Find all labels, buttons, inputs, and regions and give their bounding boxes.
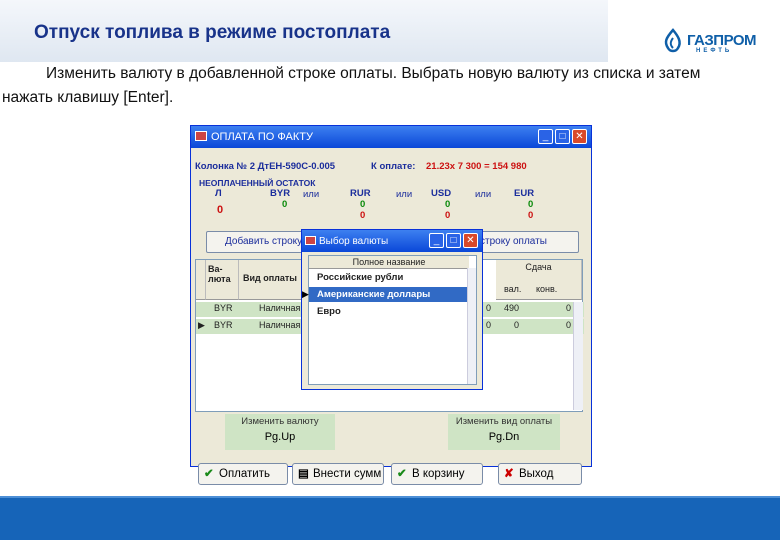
or-label-2: или [396, 189, 413, 200]
flame-icon [664, 28, 681, 53]
or-label-1: или [303, 189, 320, 200]
logo-text: ГАЗПРОМ [687, 32, 757, 49]
list-header: Полное название [309, 256, 469, 269]
checkmark-icon: ✔ [204, 468, 214, 480]
minimize-button[interactable]: _ [538, 129, 553, 144]
change-currency-hint: Изменить валюту Pg.Up [225, 414, 335, 450]
row-payment-type: Наличная [259, 303, 301, 313]
enter-sum-button[interactable]: ▤ Внести сумм [292, 463, 384, 485]
currency-usd-value: 0 [445, 199, 451, 210]
enter-sum-button-label: Внести сумм [313, 468, 382, 480]
currency-eur-value2: 0 [528, 210, 534, 221]
row-value-3: 0 [566, 303, 572, 313]
row-value-1: 0 [486, 303, 492, 313]
currency-list[interactable]: Полное название Российские рубли Америка… [308, 255, 477, 385]
row-value-2: 0 [514, 320, 520, 330]
or-label-3: или [475, 189, 492, 200]
conv-column-header: конв. [536, 284, 558, 294]
document-icon: ▤ [298, 468, 309, 480]
add-row-button[interactable]: Добавить строку [206, 231, 316, 253]
row-currency: BYR [214, 303, 233, 313]
change-column-header: Сдача [496, 260, 582, 300]
due-label: К оплате: [371, 161, 416, 172]
instruction-line2: нажать клавишу [Enter]. [2, 89, 174, 106]
currency-rur-value: 0 [360, 199, 366, 210]
change-currency-key: Pg.Up [264, 431, 296, 443]
currency-usd: USD [431, 188, 452, 199]
exit-button-label: Выход [519, 468, 554, 480]
currency-eur: EUR [514, 188, 535, 199]
selection-arrow-icon: ▶ [302, 289, 309, 299]
app-icon [195, 131, 207, 141]
change-header-label: Сдача [525, 262, 552, 272]
currency-eur-value: 0 [528, 199, 534, 210]
dialog-titlebar[interactable]: Выбор валюты _ □ ✕ [302, 230, 482, 252]
row-value-2: 490 [504, 303, 520, 313]
close-button[interactable]: ✕ [463, 233, 478, 248]
maximize-button[interactable]: □ [555, 129, 570, 144]
row-payment-type: Наличная [259, 320, 301, 330]
pump-info: Колонка № 2 ДтЕН-590С-0.005 [195, 161, 336, 172]
payment-type-column-header: Вид оплаты [239, 260, 304, 300]
currency-rur-value2: 0 [360, 210, 366, 221]
grid-scrollbar[interactable] [573, 302, 583, 410]
row-value-3: 0 [566, 320, 572, 330]
add-payment-row-button[interactable]: строку оплаты [475, 231, 579, 253]
logo-subtext: НЕФТЬ [696, 48, 733, 54]
close-icon: ✘ [504, 468, 514, 480]
val-column-header: вал. [504, 284, 522, 294]
currency-option-selected[interactable]: Американские доллары [309, 287, 469, 302]
checkmark-icon: ✔ [397, 468, 407, 480]
app-icon [305, 236, 316, 245]
list-scrollbar[interactable] [467, 268, 476, 384]
slide-title: Отпуск топлива в режиме постоплата [34, 22, 391, 43]
basket-button[interactable]: ✔ В корзину [391, 463, 483, 485]
currency-byr: BYR [270, 188, 291, 199]
row-indicator-header [196, 260, 206, 300]
currency-byr-value: 0 [282, 199, 288, 210]
change-payment-type-key: Pg.Dn [488, 431, 520, 443]
maximize-button[interactable]: □ [446, 233, 461, 248]
basket-button-label: В корзину [412, 468, 465, 480]
close-button[interactable]: ✕ [572, 129, 587, 144]
currency-option[interactable]: Российские рубли [309, 270, 469, 285]
dialog-title: Выбор валюты [319, 236, 389, 247]
change-payment-type-hint: Изменить вид оплаты Pg.Dn [448, 414, 560, 450]
pay-button[interactable]: ✔ Оплатить [198, 463, 288, 485]
row-value-1: 0 [486, 320, 492, 330]
currency-l-value: 0 [217, 204, 224, 216]
remaining-label: НЕОПЛАЧЕННЫЙ ОСТАТОК [199, 178, 316, 188]
pay-button-label: Оплатить [219, 468, 270, 480]
window-titlebar[interactable]: ОПЛАТА ПО ФАКТУ _ □ ✕ [191, 126, 591, 148]
change-currency-label: Изменить валюту [241, 416, 319, 427]
minimize-button[interactable]: _ [429, 233, 444, 248]
currency-column-header: Ва- люта [206, 260, 239, 300]
current-row-arrow-icon: ▶ [198, 320, 205, 330]
currency-usd-value2: 0 [445, 210, 451, 221]
change-payment-type-label: Изменить вид оплаты [455, 416, 553, 427]
instruction-line1: Изменить валюту в добавленной строке опл… [46, 65, 701, 82]
exit-button[interactable]: ✘ Выход [498, 463, 582, 485]
footer-bar [0, 498, 780, 540]
window-title: ОПЛАТА ПО ФАКТУ [211, 131, 313, 143]
gazprom-logo: ГАЗПРОМ НЕФТЬ [660, 28, 757, 58]
due-value: 21.23х 7 300 = 154 980 [426, 161, 527, 172]
currency-rur: RUR [350, 188, 371, 199]
row-currency: BYR [214, 320, 233, 330]
currency-option[interactable]: Евро [309, 304, 469, 319]
currency-l: Л [215, 188, 222, 199]
currency-dialog: Выбор валюты _ □ ✕ Полное название Росси… [301, 229, 483, 390]
